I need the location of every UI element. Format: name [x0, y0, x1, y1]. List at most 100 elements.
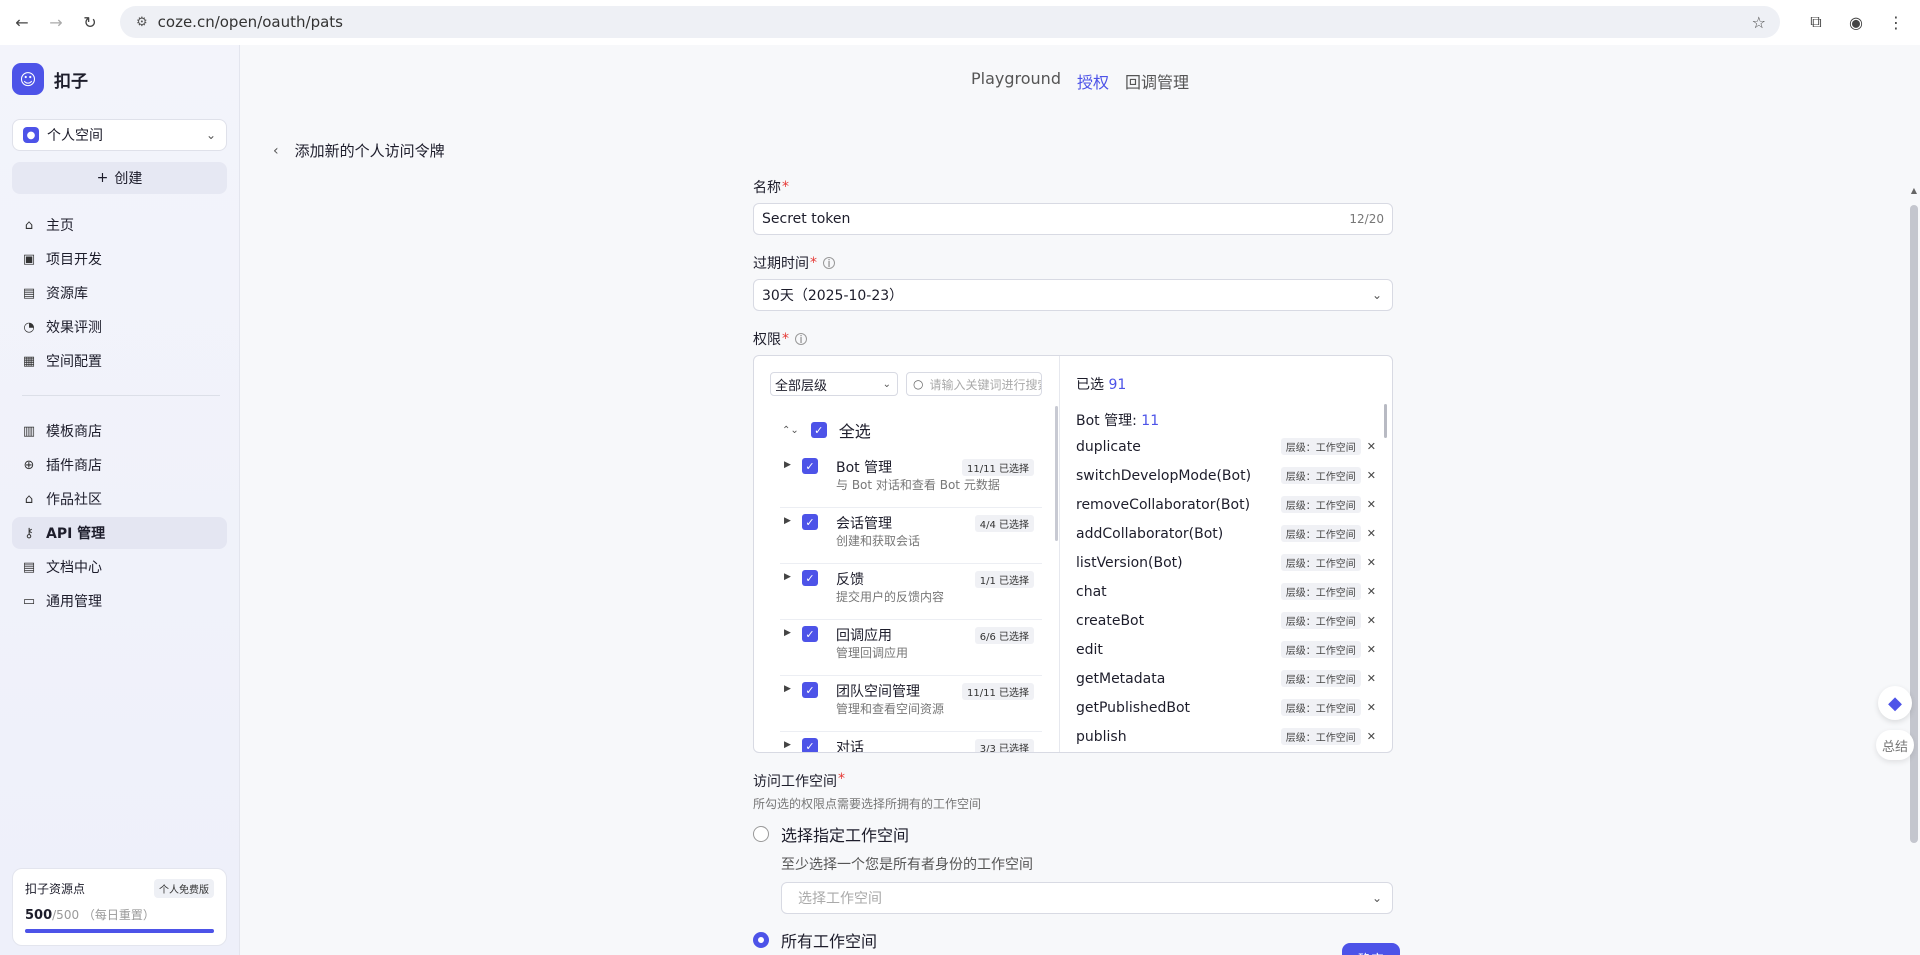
summary-button[interactable]: 总结 — [1876, 730, 1914, 760]
chevron-down-icon: ⌄ — [882, 378, 891, 390]
expire-value: 30天（2025-10-23） — [762, 288, 904, 304]
menu-dots-icon[interactable]: ⋮ — [1884, 10, 1908, 34]
remove-icon[interactable]: ✕ — [1367, 672, 1376, 685]
remove-icon[interactable]: ✕ — [1367, 440, 1376, 453]
workspace-label: 访问工作空间 * — [753, 771, 845, 790]
selected-permission-row: listVersion(Bot) 层级：工作空间 ✕ — [1076, 548, 1376, 577]
remove-icon[interactable]: ✕ — [1367, 643, 1376, 656]
sidebar-item-label: 模板商店 — [46, 424, 102, 440]
sidebar-item[interactable]: ⌂ 作品社区 — [12, 483, 227, 515]
radio-selected[interactable] — [753, 932, 769, 948]
tree-scrollbar[interactable] — [1055, 406, 1058, 541]
browser-toolbar: ← → ↻ ⚙ coze.cn/open/oauth/pats ☆ ⧉ ◉ ⋮ — [0, 0, 1920, 45]
workspace-select[interactable]: 选择工作空间 ⌄ — [781, 882, 1393, 914]
category-checkbox[interactable]: ✓ — [802, 514, 818, 530]
profile-icon[interactable]: ◉ — [1844, 10, 1868, 34]
site-settings-icon[interactable]: ⚙ — [136, 15, 148, 30]
info-icon[interactable]: i — [795, 333, 807, 346]
chevron-left-icon[interactable]: ‹ — [273, 143, 279, 159]
select-all-checkbox[interactable]: ✓ — [810, 422, 827, 438]
caret-right-icon[interactable]: ▶ — [784, 516, 791, 526]
permission-category[interactable]: ▶ ✓ 团队空间管理 管理和查看空间资源 11/11 已选择 — [780, 676, 1042, 732]
sidebar-item[interactable]: ⊕ 插件商店 — [12, 449, 227, 481]
url-text: coze.cn/open/oauth/pats — [157, 13, 343, 31]
points-progress — [25, 929, 214, 933]
permission-category[interactable]: ▶ ✓ 回调应用 管理回调应用 6/6 已选择 — [780, 620, 1042, 676]
category-checkbox[interactable]: ✓ — [802, 626, 818, 642]
top-tab[interactable]: Playground — [971, 69, 1061, 93]
permission-name: publish — [1076, 728, 1127, 745]
top-tab[interactable]: 授权 — [1077, 69, 1109, 93]
sidebar-item[interactable]: ⚷ API 管理 — [12, 517, 227, 549]
forward-arrow-icon[interactable]: → — [44, 11, 68, 35]
level-tag: 层级：工作空间 — [1280, 612, 1361, 629]
sidebar-item[interactable]: ▣ 项目开发 — [12, 243, 227, 275]
sidebar-item[interactable]: ▤ 资源库 — [12, 277, 227, 309]
brand[interactable]: ☺ 扣子 — [12, 63, 88, 95]
confirm-button[interactable]: 确定 — [1342, 943, 1400, 955]
api-icon: ⚷ — [24, 525, 34, 541]
remove-icon[interactable]: ✕ — [1367, 556, 1376, 569]
reload-icon[interactable]: ↻ — [78, 11, 102, 35]
create-label: 创建 — [114, 171, 143, 187]
workspace-option-all[interactable]: 所有工作空间 — [753, 928, 1393, 952]
expand-collapse-icon[interactable]: ⌃⌄ — [782, 425, 799, 436]
bookmark-star-icon[interactable]: ☆ — [1752, 13, 1766, 32]
remove-icon[interactable]: ✕ — [1367, 469, 1376, 482]
select-all-row[interactable]: ⌃⌄ ✓ 全选 — [782, 418, 871, 442]
remove-icon[interactable]: ✕ — [1367, 701, 1376, 714]
sidebar-item-label: 通用管理 — [46, 594, 102, 610]
sidebar-item[interactable]: ▥ 模板商店 — [12, 415, 227, 447]
expire-select[interactable]: 30天（2025-10-23） ⌄ — [753, 279, 1393, 311]
caret-right-icon[interactable]: ▶ — [784, 572, 791, 582]
remove-icon[interactable]: ✕ — [1367, 498, 1376, 511]
selected-permission-row: createBot 层级：工作空间 ✕ — [1076, 606, 1376, 635]
workspace-option-specific-label: 选择指定工作空间 — [781, 826, 910, 845]
create-button[interactable]: + 创建 — [12, 162, 227, 194]
sidebar-item[interactable]: ▦ 空间配置 — [12, 345, 227, 377]
caret-right-icon[interactable]: ▶ — [784, 628, 791, 638]
category-checkbox[interactable]: ✓ — [802, 738, 818, 752]
sidebar-item[interactable]: ⌂ 主页 — [12, 209, 227, 241]
extensions-icon[interactable]: ⧉ — [1804, 10, 1828, 34]
level-filter-select[interactable]: 全部层级 ⌄ — [770, 372, 898, 396]
radio-unselected[interactable] — [753, 826, 769, 842]
scroll-up-icon[interactable]: ▲ — [1911, 186, 1917, 195]
sidebar-item[interactable]: ▤ 文档中心 — [12, 551, 227, 583]
search-placeholder: 请输入关键词进行搜索 — [929, 377, 1042, 392]
back-arrow-icon[interactable]: ← — [10, 11, 34, 35]
selected-scrollbar[interactable] — [1384, 404, 1387, 438]
permission-category[interactable]: ▶ ✓ 对话 3/3 已选择 — [780, 732, 1042, 752]
category-desc: 与 Bot 对话和查看 Bot 元数据 — [836, 478, 1000, 492]
caret-right-icon[interactable]: ▶ — [784, 684, 791, 694]
info-icon[interactable]: i — [823, 257, 835, 270]
assistant-float-icon[interactable]: ◆ — [1878, 686, 1912, 720]
remove-icon[interactable]: ✕ — [1367, 730, 1376, 743]
permission-category[interactable]: ▶ ✓ 会话管理 创建和获取会话 4/4 已选择 — [780, 508, 1042, 564]
points-title: 扣子资源点 — [25, 882, 86, 896]
category-checkbox[interactable]: ✓ — [802, 458, 818, 474]
caret-right-icon[interactable]: ▶ — [784, 740, 791, 750]
sidebar-item[interactable]: ◔ 效果评测 — [12, 311, 227, 343]
name-input[interactable]: Secret token 12/20 — [753, 203, 1393, 235]
selected-permission-row: edit 层级：工作空间 ✕ — [1076, 635, 1376, 664]
permission-category[interactable]: ▶ ✓ 反馈 提交用户的反馈内容 1/1 已选择 — [780, 564, 1042, 620]
selected-permission-row: duplicate 层级：工作空间 ✕ — [1076, 432, 1376, 461]
workspace-option-specific[interactable]: 选择指定工作空间 — [753, 822, 1393, 846]
plugin-icon: ⊕ — [23, 457, 35, 473]
category-checkbox[interactable]: ✓ — [802, 682, 818, 698]
top-tab[interactable]: 回调管理 — [1125, 69, 1189, 93]
sidebar-item[interactable]: ▭ 通用管理 — [12, 585, 227, 617]
caret-right-icon[interactable]: ▶ — [784, 460, 791, 470]
address-bar[interactable]: ⚙ coze.cn/open/oauth/pats ☆ — [120, 6, 1780, 38]
space-selector[interactable]: ● 个人空间 ⌄ — [12, 119, 227, 151]
remove-icon[interactable]: ✕ — [1367, 527, 1376, 540]
remove-icon[interactable]: ✕ — [1367, 585, 1376, 598]
permission-category[interactable]: ▶ ✓ Bot 管理与 Bot 对话和查看 Bot 元数据 11/11 已选择 — [780, 452, 1042, 508]
category-checkbox[interactable]: ✓ — [802, 570, 818, 586]
permission-panel: 全部层级 ⌄ ○ 请输入关键词进行搜索 ⌃⌄ ✓ 全选 ▶ ✓ Bot 管理与 Bo… — [753, 355, 1393, 753]
keyword-search-input[interactable]: ○ 请输入关键词进行搜索 — [906, 372, 1042, 396]
remove-icon[interactable]: ✕ — [1367, 614, 1376, 627]
coze-logo-icon: ☺ — [12, 63, 44, 95]
resource-points-card[interactable]: 扣子资源点 个人免费版 500/500 （每日重置） — [12, 868, 227, 946]
